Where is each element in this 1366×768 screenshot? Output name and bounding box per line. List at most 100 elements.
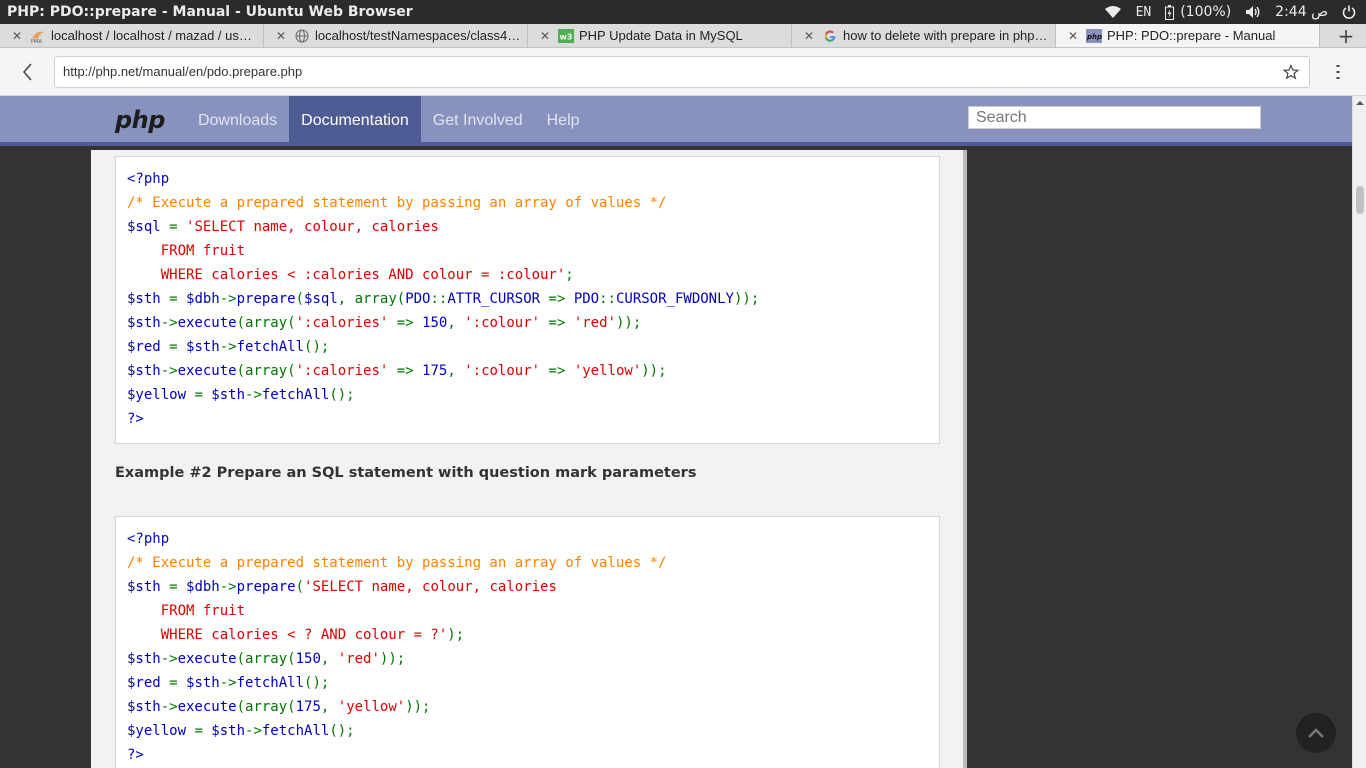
close-tab-icon[interactable]: ✕ (1068, 29, 1078, 43)
code-line: /* Execute a prepared statement by passi… (127, 551, 928, 575)
address-row: http://php.net/manual/en/pdo.prepare.php (0, 48, 1366, 96)
code-token: $yellow (127, 723, 195, 739)
code-token: $sth (186, 339, 220, 355)
code-token: WHERE calories < :calories AND colour = … (127, 267, 566, 283)
code-token: = (169, 675, 187, 691)
code-token: WHERE calories < ? AND colour = ?' (127, 627, 448, 643)
nav-item-documentation[interactable]: Documentation (289, 96, 421, 146)
code-line: $sth->execute(array(175, 'yellow')); (127, 695, 928, 719)
code-line: /* Execute a prepared statement by passi… (127, 191, 928, 215)
php-logo[interactable]: php (115, 106, 165, 134)
bookmark-star-icon[interactable] (1281, 63, 1301, 80)
code-token: 175 (422, 363, 448, 379)
code-token: $sth (211, 387, 246, 403)
tab-php-prepare[interactable]: ✕ php PHP: PDO::prepare - Manual (1056, 24, 1320, 47)
code-token: PDO (573, 291, 600, 307)
code-token: )); (379, 651, 406, 667)
chevron-left-icon (23, 63, 32, 80)
clock[interactable]: 2:44 ص (1275, 4, 1328, 20)
code-token: (); (329, 723, 355, 739)
example-title: Example #2 Prepare an SQL statement with… (115, 465, 697, 481)
tab-class4[interactable]: ✕ localhost/testNamespaces/class4.php (264, 24, 528, 47)
code-token: fetchAll (261, 387, 330, 403)
code-token: $sth (127, 699, 161, 715)
system-indicators: EN (100%) 2:44 ص (1104, 4, 1366, 20)
close-tab-icon[interactable]: ✕ (804, 29, 814, 43)
keyboard-layout[interactable]: EN (1136, 5, 1152, 20)
code-line: $sth = $dbh->prepare('SELECT name, colou… (127, 575, 928, 599)
code-line: WHERE calories < ? AND colour = ?'); (127, 623, 928, 647)
tab-google-search[interactable]: ✕ how to delete with prepare in php - G.… (792, 24, 1056, 47)
code-token: , (320, 651, 338, 667)
page-scrollbar[interactable] (1352, 96, 1366, 768)
code-token: execute (177, 699, 237, 715)
search-input[interactable]: Search (968, 106, 1261, 129)
code-token: = (169, 219, 187, 235)
close-tab-icon[interactable]: ✕ (276, 29, 286, 43)
code-token: -> (160, 315, 178, 331)
power-icon[interactable] (1342, 5, 1356, 19)
volume-icon[interactable] (1245, 5, 1261, 19)
tab-bar: ✕ PMA localhost / localhost / mazad / us… (0, 24, 1366, 48)
code-token: = (169, 291, 187, 307)
code-token: (array( (236, 699, 296, 715)
code-token: prepare (236, 579, 296, 595)
code-token: ATTR_CURSOR (447, 291, 549, 307)
nav-item-downloads[interactable]: Downloads (186, 96, 289, 146)
google-icon (822, 28, 838, 44)
code-line: FROM fruit (127, 239, 928, 263)
code-token: 'SELECT name, colour, calories (304, 579, 557, 595)
code-token: )); (733, 291, 760, 307)
back-to-top-button[interactable] (1296, 713, 1336, 753)
code-example-2: <?php /* Execute a prepared statement by … (115, 516, 940, 768)
close-tab-icon[interactable]: ✕ (12, 29, 22, 43)
code-line: $yellow = $sth->fetchAll(); (127, 719, 928, 743)
code-token: 'SELECT name, colour, calories (186, 219, 439, 235)
url-text[interactable]: http://php.net/manual/en/pdo.prepare.php (63, 64, 1281, 79)
scroll-up-arrow-icon[interactable] (1355, 98, 1365, 108)
php-navbar: php Downloads Documentation Get Involved… (0, 96, 1352, 146)
code-line: $sth->execute(array(':calories' => 175, … (127, 359, 928, 383)
code-token: ':colour' (464, 363, 549, 379)
svg-text:PMA: PMA (31, 39, 42, 44)
nav-menu: Downloads Documentation Get Involved Hel… (186, 96, 592, 146)
code-token: , array( (337, 291, 406, 307)
code-token: -> (219, 675, 237, 691)
code-line: $sth->execute(array(150, 'red')); (127, 647, 928, 671)
nav-item-get-involved[interactable]: Get Involved (421, 96, 535, 146)
code-token: $sth (127, 291, 170, 307)
close-tab-icon[interactable]: ✕ (540, 29, 550, 43)
code-token: = (169, 339, 187, 355)
chevron-up-icon (1308, 728, 1324, 738)
code-token: , (447, 363, 465, 379)
code-token: => (396, 315, 423, 331)
tab-update-data[interactable]: ✕ w3 PHP Update Data in MySQL (528, 24, 792, 47)
code-token: $sth (186, 675, 220, 691)
code-example-1: <?php /* Execute a prepared statement by … (115, 156, 940, 444)
w3-icon: w3 (558, 28, 574, 44)
code-line: $sth = $dbh->prepare($sql, array(PDO::AT… (127, 287, 928, 311)
code-token: 150 (295, 651, 321, 667)
tab-phpmyadmin[interactable]: ✕ PMA localhost / localhost / mazad / us… (0, 24, 264, 47)
web-page: php Downloads Documentation Get Involved… (0, 96, 1352, 768)
code-token: ':calories' (295, 363, 397, 379)
code-token: /* Execute a prepared statement by passi… (127, 195, 667, 211)
back-button[interactable] (0, 62, 54, 82)
code-token: -> (219, 291, 237, 307)
code-token: $dbh (186, 579, 220, 595)
code-token: = (169, 579, 187, 595)
code-token: CURSOR_FWDONLY (615, 291, 734, 307)
code-token: FROM fruit (127, 243, 246, 259)
battery-indicator[interactable]: (100%) (1165, 4, 1231, 20)
code-token: $sth (127, 363, 161, 379)
wifi-icon[interactable] (1104, 5, 1122, 19)
address-bar[interactable]: http://php.net/manual/en/pdo.prepare.php (54, 55, 1310, 88)
nav-item-help[interactable]: Help (535, 96, 592, 146)
browser-menu-button[interactable] (1310, 64, 1366, 80)
code-token: <?php (127, 531, 170, 547)
scrollbar-thumb[interactable] (1356, 186, 1364, 214)
code-token: <?php (127, 171, 170, 187)
code-token: (array( (236, 315, 296, 331)
code-token: , (320, 699, 338, 715)
new-tab-button[interactable]: + (1326, 24, 1366, 48)
